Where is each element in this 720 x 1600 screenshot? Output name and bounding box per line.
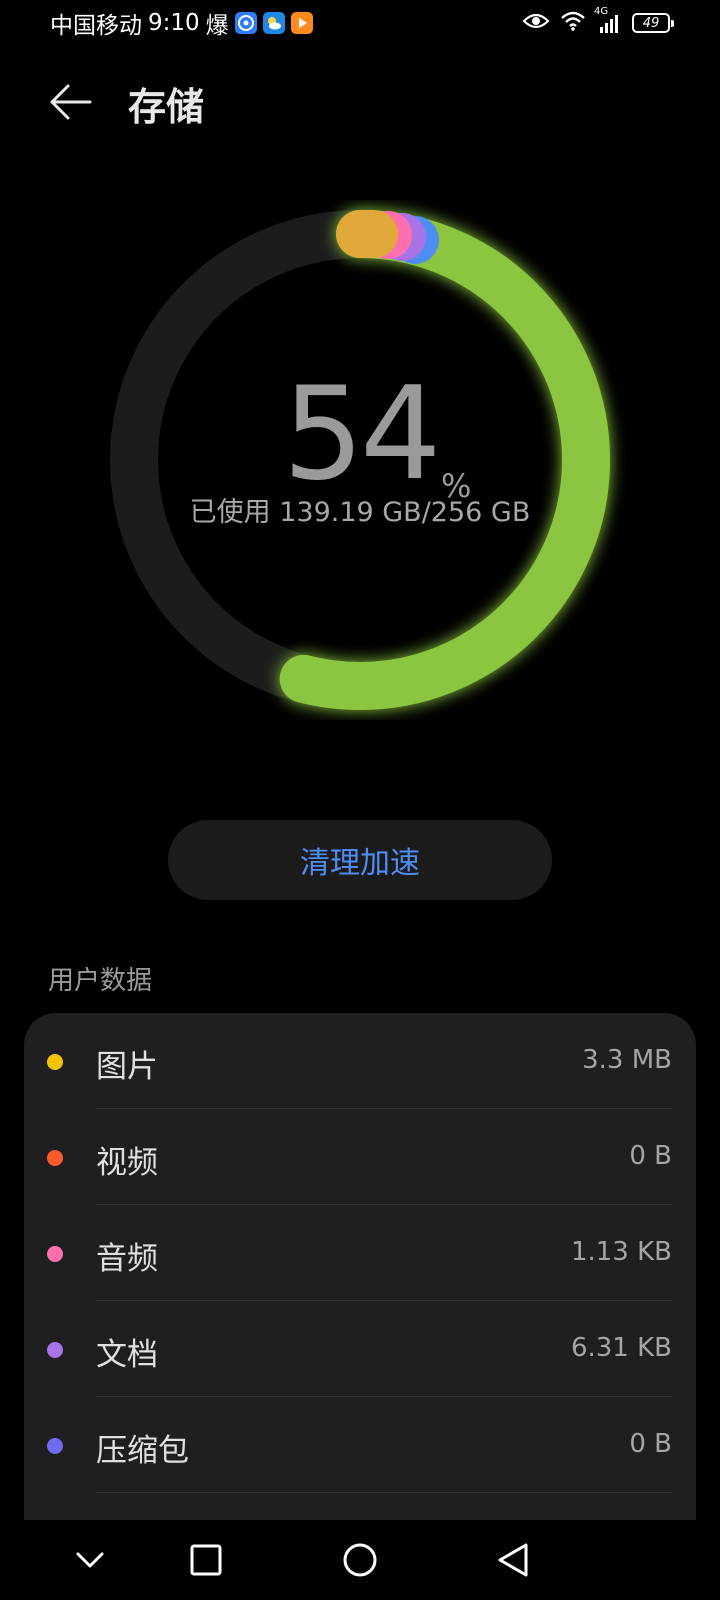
circle-icon (343, 1543, 377, 1577)
category-size: 0 B (629, 1141, 672, 1171)
video-app-icon (290, 12, 313, 34)
category-label: 文档 (96, 1337, 158, 1373)
category-size: 1.13 KB (570, 1237, 672, 1267)
carrier-name: 中国移动 (50, 13, 142, 39)
chevron-down-icon (76, 1552, 104, 1568)
square-icon (190, 1544, 222, 1576)
status-left: 中国移动 9:10 爆 (50, 6, 313, 40)
battery-level: 49 (642, 15, 660, 31)
notification-glyph: 爆 (205, 13, 229, 39)
cellular-signal-icon: 4G (594, 6, 622, 34)
list-item-audio[interactable]: 音频 1.13 KB (24, 1205, 696, 1301)
nav-home-button[interactable] (334, 1534, 386, 1586)
category-label: 图片 (96, 1049, 158, 1085)
category-dot (47, 1438, 63, 1454)
system-nav-bar (0, 1520, 720, 1600)
clock: 9:10 (148, 10, 200, 36)
list-item-archives[interactable]: 压缩包 0 B (24, 1397, 696, 1493)
category-size: 3.3 MB (582, 1045, 672, 1075)
battery-icon: 49 (632, 13, 674, 33)
category-dot (47, 1150, 63, 1166)
category-label: 视频 (96, 1145, 158, 1181)
app-header: 存储 (0, 62, 720, 142)
eye-comfort-icon (522, 11, 550, 35)
category-size: 0 B (629, 1429, 672, 1459)
status-bar: 中国移动 9:10 爆 4G 49 (0, 0, 720, 46)
divider (96, 1492, 672, 1493)
list-item-images[interactable]: 图片 3.3 MB (24, 1013, 696, 1109)
storage-usage-ring: 54 % 已使用 139.19 GB/256 GB (0, 200, 720, 720)
category-dot (47, 1342, 63, 1358)
storage-screen: 中国移动 9:10 爆 4G 49 存储 54 % 已使用 139.19 GB/… (0, 0, 720, 1600)
wifi-icon (560, 10, 586, 36)
nav-hide-button[interactable] (64, 1534, 116, 1586)
triangle-back-icon (498, 1543, 528, 1577)
nav-back-button[interactable] (488, 1534, 540, 1586)
clean-speedup-button[interactable]: 清理加速 (168, 820, 552, 900)
category-dot (47, 1246, 63, 1262)
nav-recents-button[interactable] (180, 1534, 232, 1586)
weather-app-icon (262, 12, 285, 34)
ring-segment-images-bridge (360, 210, 374, 258)
arrow-left-icon (50, 84, 92, 120)
page-title: 存储 (128, 85, 205, 129)
back-button[interactable] (48, 82, 94, 122)
used-capacity-text: 已使用 139.19 GB/256 GB (189, 497, 531, 528)
category-label: 音频 (96, 1241, 158, 1277)
browser-app-icon (234, 12, 257, 34)
network-type: 4G (594, 6, 609, 17)
status-right: 4G 49 (522, 6, 674, 36)
list-item-videos[interactable]: 视频 0 B (24, 1109, 696, 1205)
user-data-card: 图片 3.3 MB 视频 0 B 音频 1.13 KB 文档 6.31 KB 压… (24, 1013, 696, 1600)
category-size: 6.31 KB (570, 1333, 672, 1363)
list-item-documents[interactable]: 文档 6.31 KB (24, 1301, 696, 1397)
usage-percent: 54 % (0, 360, 720, 509)
usage-percent-value: 54 (282, 360, 442, 509)
category-dot (47, 1054, 63, 1070)
category-label: 压缩包 (96, 1433, 189, 1469)
section-title-user-data: 用户数据 (48, 966, 153, 996)
